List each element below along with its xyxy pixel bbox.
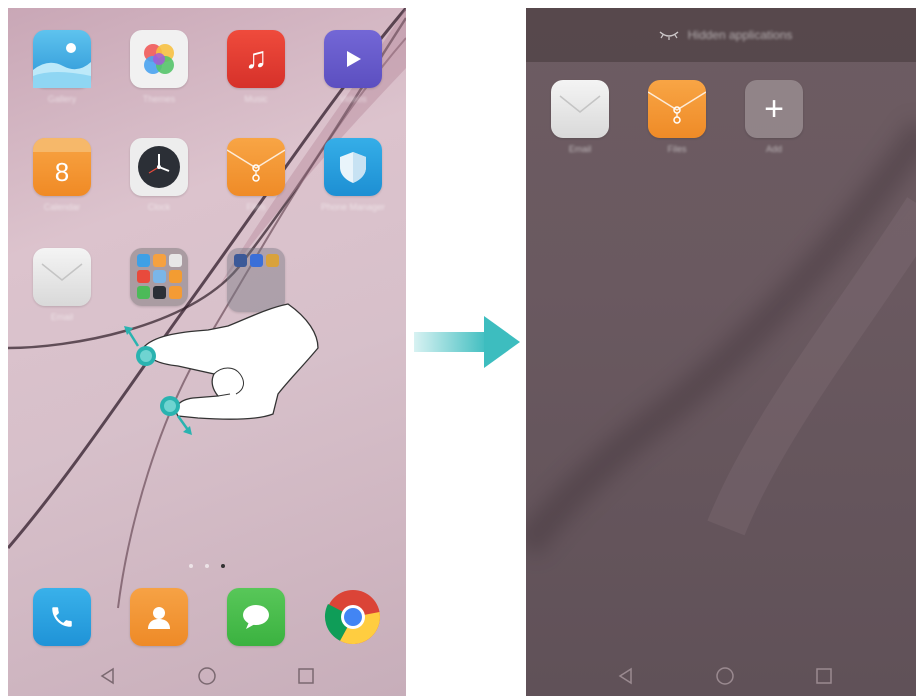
contacts-icon	[130, 588, 188, 646]
gallery-icon	[33, 30, 91, 88]
app-videos[interactable]: Videos	[320, 30, 386, 104]
recents-icon[interactable]	[813, 665, 835, 687]
recents-icon[interactable]	[295, 665, 317, 687]
clock-icon	[130, 138, 188, 196]
app-email[interactable]: Email	[29, 248, 95, 322]
dock-phone[interactable]	[29, 588, 95, 646]
add-hidden-app-button[interactable]: + Add	[741, 80, 807, 154]
page-dot	[205, 564, 209, 568]
app-music[interactable]: ♫ Music	[223, 30, 289, 104]
messages-icon	[227, 588, 285, 646]
home-icon[interactable]	[714, 665, 736, 687]
files-icon	[648, 80, 706, 138]
hidden-app-email[interactable]: Email	[547, 80, 613, 154]
hidden-apps-header: Hidden applications	[526, 8, 916, 62]
app-label: Email	[50, 312, 74, 322]
dock-chrome[interactable]	[320, 588, 386, 646]
app-clock[interactable]: Clock	[126, 138, 192, 212]
navigation-bar	[526, 656, 916, 696]
back-icon[interactable]	[615, 665, 637, 687]
hidden-apps-screen: Hidden applications Email Files + Add	[526, 8, 916, 696]
app-label: Themes	[142, 94, 176, 104]
files-icon	[227, 138, 285, 196]
app-label: Phone Manager	[320, 202, 386, 212]
dock-messages[interactable]	[223, 588, 289, 646]
app-themes[interactable]: Themes	[126, 30, 192, 104]
app-label: Videos	[339, 94, 367, 104]
add-icon: +	[745, 80, 803, 138]
page-dot	[189, 564, 193, 568]
eye-closed-icon	[659, 31, 679, 40]
app-label: Music	[244, 94, 268, 104]
app-phone-manager[interactable]: Phone Manager	[320, 138, 386, 212]
email-icon	[33, 248, 91, 306]
calendar-icon: 8	[33, 138, 91, 196]
page-indicator	[8, 564, 406, 568]
app-label: Files	[246, 202, 266, 212]
app-gallery[interactable]: Gallery	[29, 30, 95, 104]
app-label: Add	[765, 144, 782, 154]
dock-contacts[interactable]	[126, 588, 192, 646]
app-label: Email	[568, 144, 592, 154]
hidden-apps-title: Hidden applications	[687, 28, 793, 42]
home-icon[interactable]	[196, 665, 218, 687]
videos-icon	[324, 30, 382, 88]
themes-icon	[130, 30, 188, 88]
music-icon: ♫	[227, 30, 285, 88]
chrome-icon	[324, 588, 382, 646]
app-files[interactable]: Files	[223, 138, 289, 212]
app-calendar[interactable]: 8 Calendar	[29, 138, 95, 212]
hidden-app-files[interactable]: Files	[644, 80, 710, 154]
app-label: Files	[667, 144, 687, 154]
phone-manager-icon	[324, 138, 382, 196]
back-icon[interactable]	[97, 665, 119, 687]
transition-arrow-icon	[414, 316, 520, 368]
page-dot-active	[221, 564, 225, 568]
app-label: Calendar	[43, 202, 81, 212]
calendar-day: 8	[54, 156, 70, 187]
email-icon	[551, 80, 609, 138]
app-label: Gallery	[47, 94, 77, 104]
pinch-gesture-hand	[124, 303, 319, 435]
phone-icon	[33, 588, 91, 646]
navigation-bar	[8, 656, 406, 696]
app-label: Clock	[147, 202, 171, 212]
